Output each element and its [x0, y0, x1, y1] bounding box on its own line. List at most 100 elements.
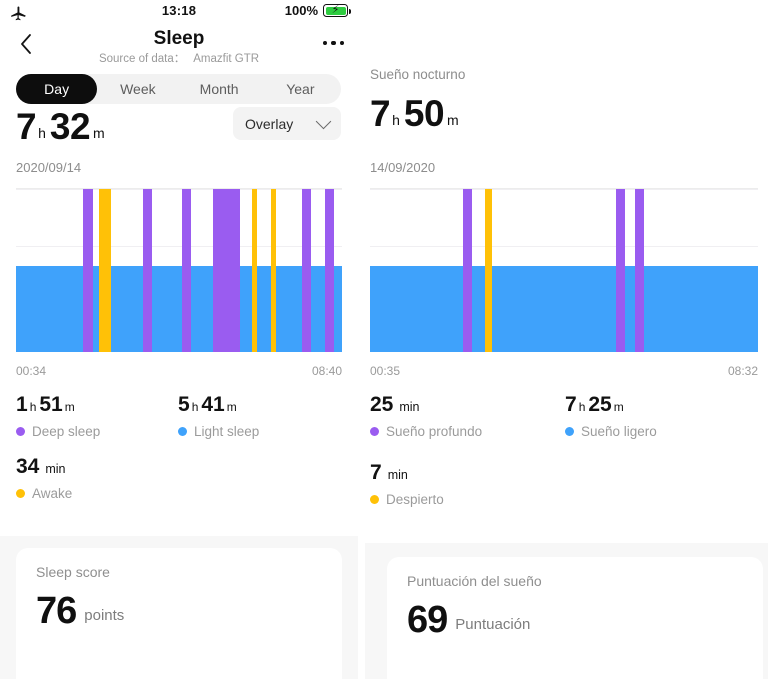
stat-awake: 34 min Awake — [16, 456, 72, 501]
stat-unit: h — [578, 400, 586, 414]
stat-unit-2: m — [613, 400, 624, 414]
sleep-score-title: Sleep score — [36, 564, 110, 580]
chart-date-label: 14/09/2020 — [370, 160, 436, 175]
status-bar: 13:18 100% ⚡ — [0, 0, 358, 26]
axis-end-time: 08:32 — [727, 364, 758, 378]
legend-label-light-sleep: Light sleep — [194, 424, 260, 439]
sleep-score-unit: Puntuación — [455, 616, 531, 634]
period-segmented-control[interactable]: Day Week Month Year — [16, 74, 341, 104]
data-source-value: Amazfit GTR — [193, 53, 260, 65]
legend-label-light-sleep: Sueño ligero — [581, 424, 657, 439]
bar-awake — [98, 189, 111, 352]
duration-minutes: 50 — [403, 93, 445, 134]
stat-value: 34 — [16, 455, 40, 478]
bar-deep-sleep — [82, 189, 94, 352]
tab-day[interactable]: Day — [16, 74, 98, 104]
axis-start-time: 00:35 — [370, 364, 401, 378]
legend-dot-light-sleep — [178, 427, 187, 436]
sleep-score-value: 76 — [36, 590, 77, 632]
stat-light-sleep: 5 h 41 m Light sleep — [178, 394, 259, 439]
legend-dot-deep-sleep — [16, 427, 25, 436]
bar-awake — [252, 189, 257, 352]
stat-value: 25 — [370, 393, 394, 416]
page-title: Sleep — [153, 28, 205, 49]
stats-row: 34 min Awake — [16, 456, 342, 518]
stat-value-2: 51 — [39, 393, 63, 416]
duration-hours-unit: h — [392, 112, 400, 129]
bar-light-sleep — [16, 265, 342, 352]
more-horizontal-icon-dot — [322, 40, 327, 46]
sleep-timeline-chart[interactable]: 00:34 08:40 — [16, 189, 342, 378]
bar-deep-sleep — [325, 189, 335, 352]
tab-week[interactable]: Week — [97, 74, 178, 104]
duration-minutes: 32 — [49, 106, 91, 147]
legend-label-deep-sleep: Deep sleep — [32, 424, 101, 439]
duration-minutes-unit: m — [447, 112, 459, 129]
duration-minutes-unit: m — [93, 125, 105, 142]
legend-dot-light-sleep — [565, 427, 574, 436]
screenshot-stage: 13:18 100% ⚡ Sleep Source of data： Amazfi… — [0, 0, 768, 679]
sleep-score-card[interactable]: Puntuación del sueño 69 Puntuación — [387, 557, 763, 679]
legend-dot-deep-sleep — [370, 427, 379, 436]
axis-start-time: 00:34 — [16, 364, 47, 378]
duration-hours-unit: h — [38, 125, 46, 142]
stat-unit-2: m — [64, 400, 75, 414]
stat-light-sleep: 7 h 25 m Sueño ligero — [565, 394, 657, 439]
legend-dot-awake — [370, 495, 379, 504]
more-horizontal-icon-dot — [339, 40, 344, 46]
sleep-score-title: Puntuación del sueño — [407, 573, 542, 589]
more-options-button[interactable] — [322, 32, 344, 54]
total-sleep-duration: 7 h 50 m — [370, 93, 459, 134]
stats-row: 25 min Sueño profundo 7 h 25 m Sueño lig… — [370, 394, 758, 462]
stat-value-2: 41 — [201, 393, 225, 416]
stat-value: 7 — [370, 461, 382, 484]
bar-deep-sleep — [463, 189, 473, 352]
legend-dot-awake — [16, 489, 25, 498]
sleep-score-unit: points — [84, 607, 125, 625]
overlay-dropdown[interactable]: Overlay — [233, 107, 341, 140]
legend-label-awake: Awake — [32, 486, 73, 501]
sleep-score-value: 69 — [407, 599, 448, 641]
nav-header: Sleep Source of data： Amazfit GTR — [0, 26, 358, 68]
stat-unit: h — [29, 400, 37, 414]
bar-deep-sleep — [301, 189, 312, 352]
tab-year[interactable]: Year — [260, 74, 341, 104]
stat-unit-2: min — [387, 468, 408, 482]
stats-row: 7 min Despierto — [370, 462, 758, 524]
chart-plot-area — [370, 189, 758, 352]
overlay-dropdown-label: Overlay — [245, 115, 294, 132]
stat-unit-2: min — [45, 462, 66, 476]
stat-value: 5 — [178, 393, 190, 416]
legend-label-awake: Despierto — [386, 492, 444, 507]
chart-x-axis: 00:35 08:32 — [370, 364, 758, 378]
stats-row: 1 h 51 m Deep sleep 5 h 41 m Light sleep — [16, 394, 342, 456]
bar-awake — [270, 189, 276, 352]
battery-percent-label: 100% — [284, 3, 318, 18]
chart-plot-area — [16, 189, 342, 352]
sleep-stats: 25 min Sueño profundo 7 h 25 m Sueño lig… — [370, 394, 758, 524]
chart-date-label: 2020/09/14 — [16, 160, 82, 175]
left-panel-english: 13:18 100% ⚡ Sleep Source of data： Amazfi… — [0, 0, 358, 679]
sleep-timeline-chart[interactable]: 00:35 08:32 — [370, 189, 758, 378]
section-title: Sueño nocturno — [370, 67, 466, 82]
bar-deep-sleep — [181, 189, 192, 352]
legend-label-deep-sleep: Sueño profundo — [386, 424, 483, 439]
tab-month[interactable]: Month — [179, 74, 260, 104]
stat-unit-2: min — [399, 400, 420, 414]
data-source-label: Source of data： — [98, 53, 186, 65]
status-right-cluster: 100% ⚡ — [284, 3, 351, 18]
right-panel-spanish: Sueño nocturno 7 h 50 m 14/09/2020 00:35… — [365, 0, 768, 679]
duration-hours: 7 — [370, 93, 391, 134]
battery-charging-icon: ⚡ — [323, 4, 351, 17]
axis-end-time: 08:40 — [311, 364, 342, 378]
stat-value: 7 — [565, 393, 577, 416]
bar-light-sleep — [370, 265, 758, 352]
sleep-score-card[interactable]: Sleep score 76 points — [16, 548, 342, 679]
stat-unit-2: m — [226, 400, 237, 414]
sleep-stats: 1 h 51 m Deep sleep 5 h 41 m Light sleep… — [16, 394, 342, 518]
chart-x-axis: 00:34 08:40 — [16, 364, 342, 378]
bar-deep-sleep — [616, 189, 626, 352]
stat-value-2: 25 — [588, 393, 612, 416]
stat-deep-sleep: 1 h 51 m Deep sleep — [16, 394, 100, 439]
data-source-line: Source of data： Amazfit GTR — [0, 50, 358, 66]
